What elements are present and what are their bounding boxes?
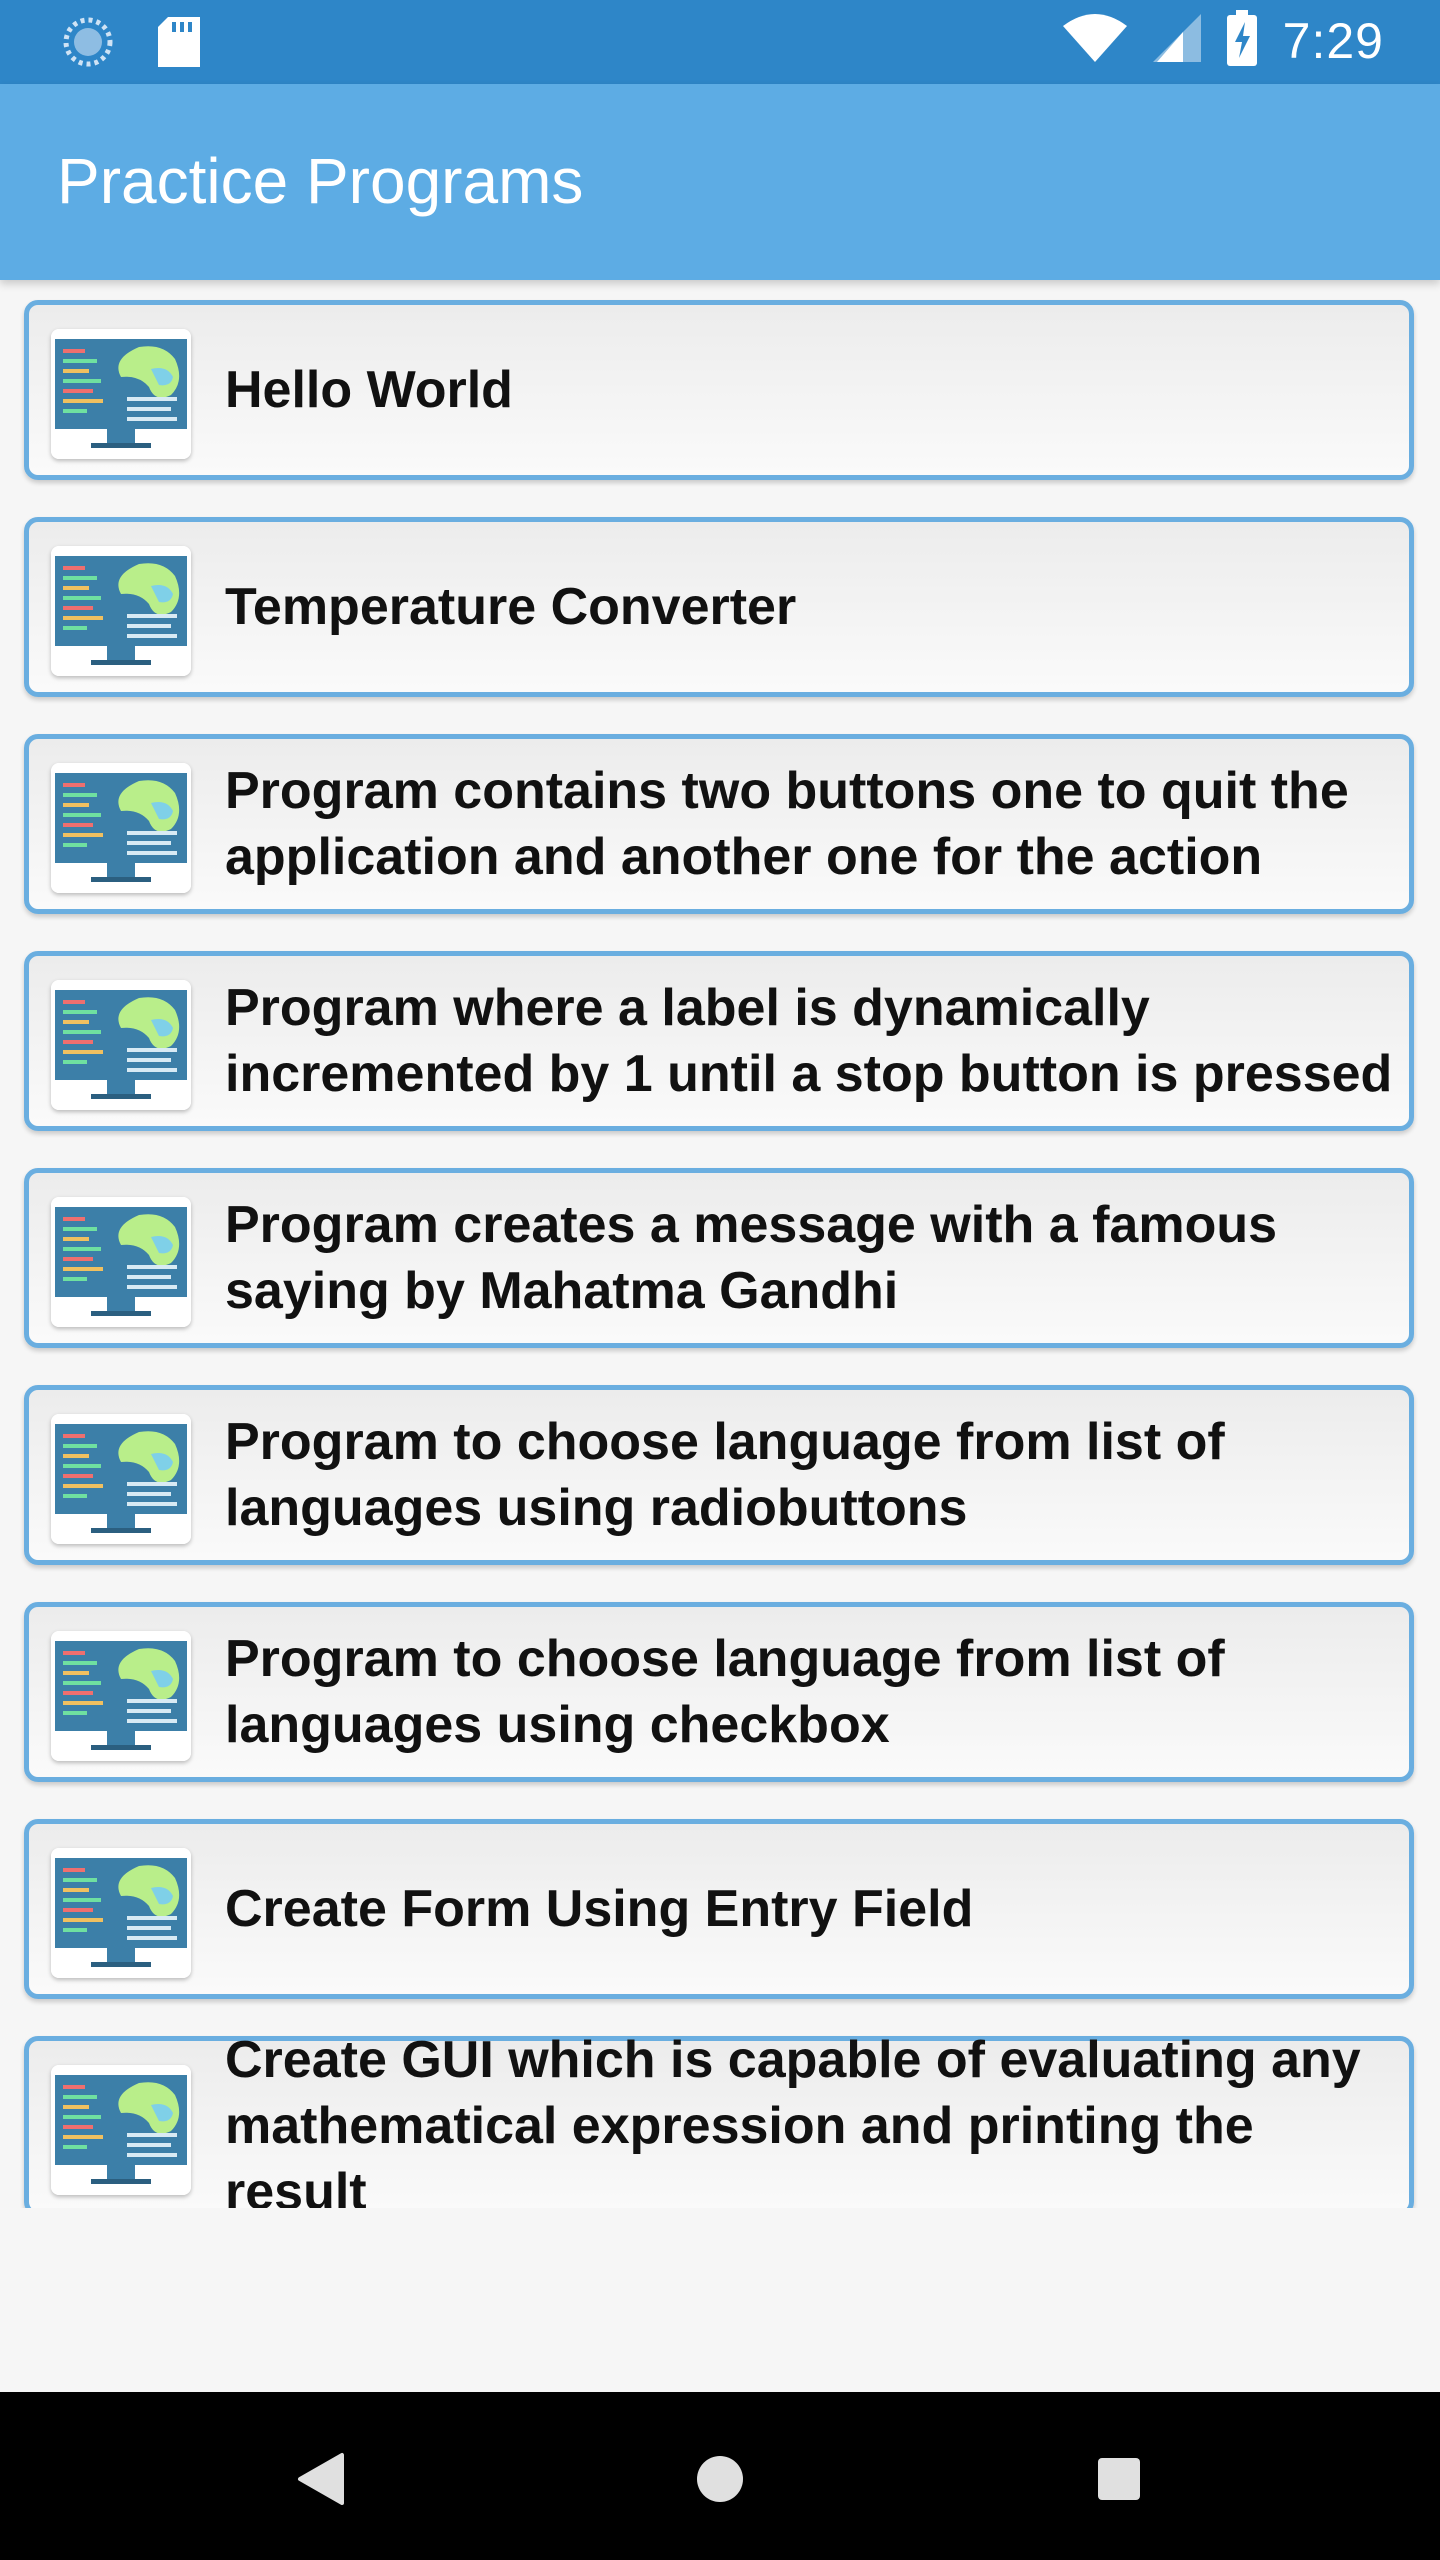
code-monitor-icon xyxy=(51,1848,191,1978)
program-title: Program creates a message with a famous … xyxy=(225,1196,1278,1320)
home-button[interactable] xyxy=(675,2434,765,2524)
status-time: 7:29 xyxy=(1282,12,1384,69)
program-card[interactable]: Program to choose language from list of … xyxy=(24,1385,1414,1565)
app-bar: Practice Programs xyxy=(0,84,1440,280)
program-title: Program contains two buttons one to quit… xyxy=(225,762,1349,886)
recents-button[interactable] xyxy=(1074,2434,1164,2524)
program-title: Create Form Using Entry Field xyxy=(225,1880,974,1938)
program-list-viewport[interactable]: Hello World Temperature Converter Progra… xyxy=(0,282,1440,2208)
program-title: Create GUI which is capable of evaluatin… xyxy=(225,2031,1361,2208)
program-card[interactable]: Program where a label is dynamically inc… xyxy=(24,951,1414,1131)
program-card[interactable]: Program creates a message with a famous … xyxy=(24,1168,1414,1348)
page-title: Practice Programs xyxy=(57,145,584,217)
code-monitor-icon xyxy=(51,546,191,676)
code-monitor-icon xyxy=(51,980,191,1110)
navigation-bar xyxy=(0,2392,1440,2560)
code-monitor-icon xyxy=(51,1631,191,1761)
status-right: 7:29 xyxy=(1062,10,1384,71)
program-title: Program to choose language from list of … xyxy=(225,1630,1225,1754)
code-monitor-icon xyxy=(51,1414,191,1544)
home-icon xyxy=(697,2456,743,2502)
signal-icon xyxy=(1152,12,1201,69)
program-title: Program to choose language from list of … xyxy=(225,1413,1225,1537)
status-bar: 7:29 xyxy=(0,0,1440,84)
sd-card-icon xyxy=(158,17,200,72)
status-left xyxy=(62,16,200,73)
program-list: Hello World Temperature Converter Progra… xyxy=(24,300,1416,2208)
wifi-icon xyxy=(1062,12,1127,69)
code-monitor-icon xyxy=(51,763,191,893)
code-monitor-icon xyxy=(51,329,191,459)
back-icon xyxy=(298,2453,344,2505)
program-title: Program where a label is dynamically inc… xyxy=(225,979,1393,1103)
code-monitor-icon xyxy=(51,1197,191,1327)
program-title: Hello World xyxy=(225,361,513,419)
program-card[interactable]: Create GUI which is capable of evaluatin… xyxy=(24,2031,1414,2208)
program-card[interactable]: Temperature Converter xyxy=(24,517,1414,697)
back-button[interactable] xyxy=(276,2434,366,2524)
recents-icon xyxy=(1098,2458,1140,2500)
program-card[interactable]: Program contains two buttons one to quit… xyxy=(24,734,1414,914)
program-card[interactable]: Hello World xyxy=(24,300,1414,480)
program-card[interactable]: Create Form Using Entry Field xyxy=(24,1819,1414,1999)
program-title: Temperature Converter xyxy=(225,578,797,636)
sync-icon xyxy=(62,16,114,73)
battery-charging-icon xyxy=(1226,10,1257,71)
program-card[interactable]: Program to choose language from list of … xyxy=(24,1602,1414,1782)
code-monitor-icon xyxy=(51,2065,191,2195)
